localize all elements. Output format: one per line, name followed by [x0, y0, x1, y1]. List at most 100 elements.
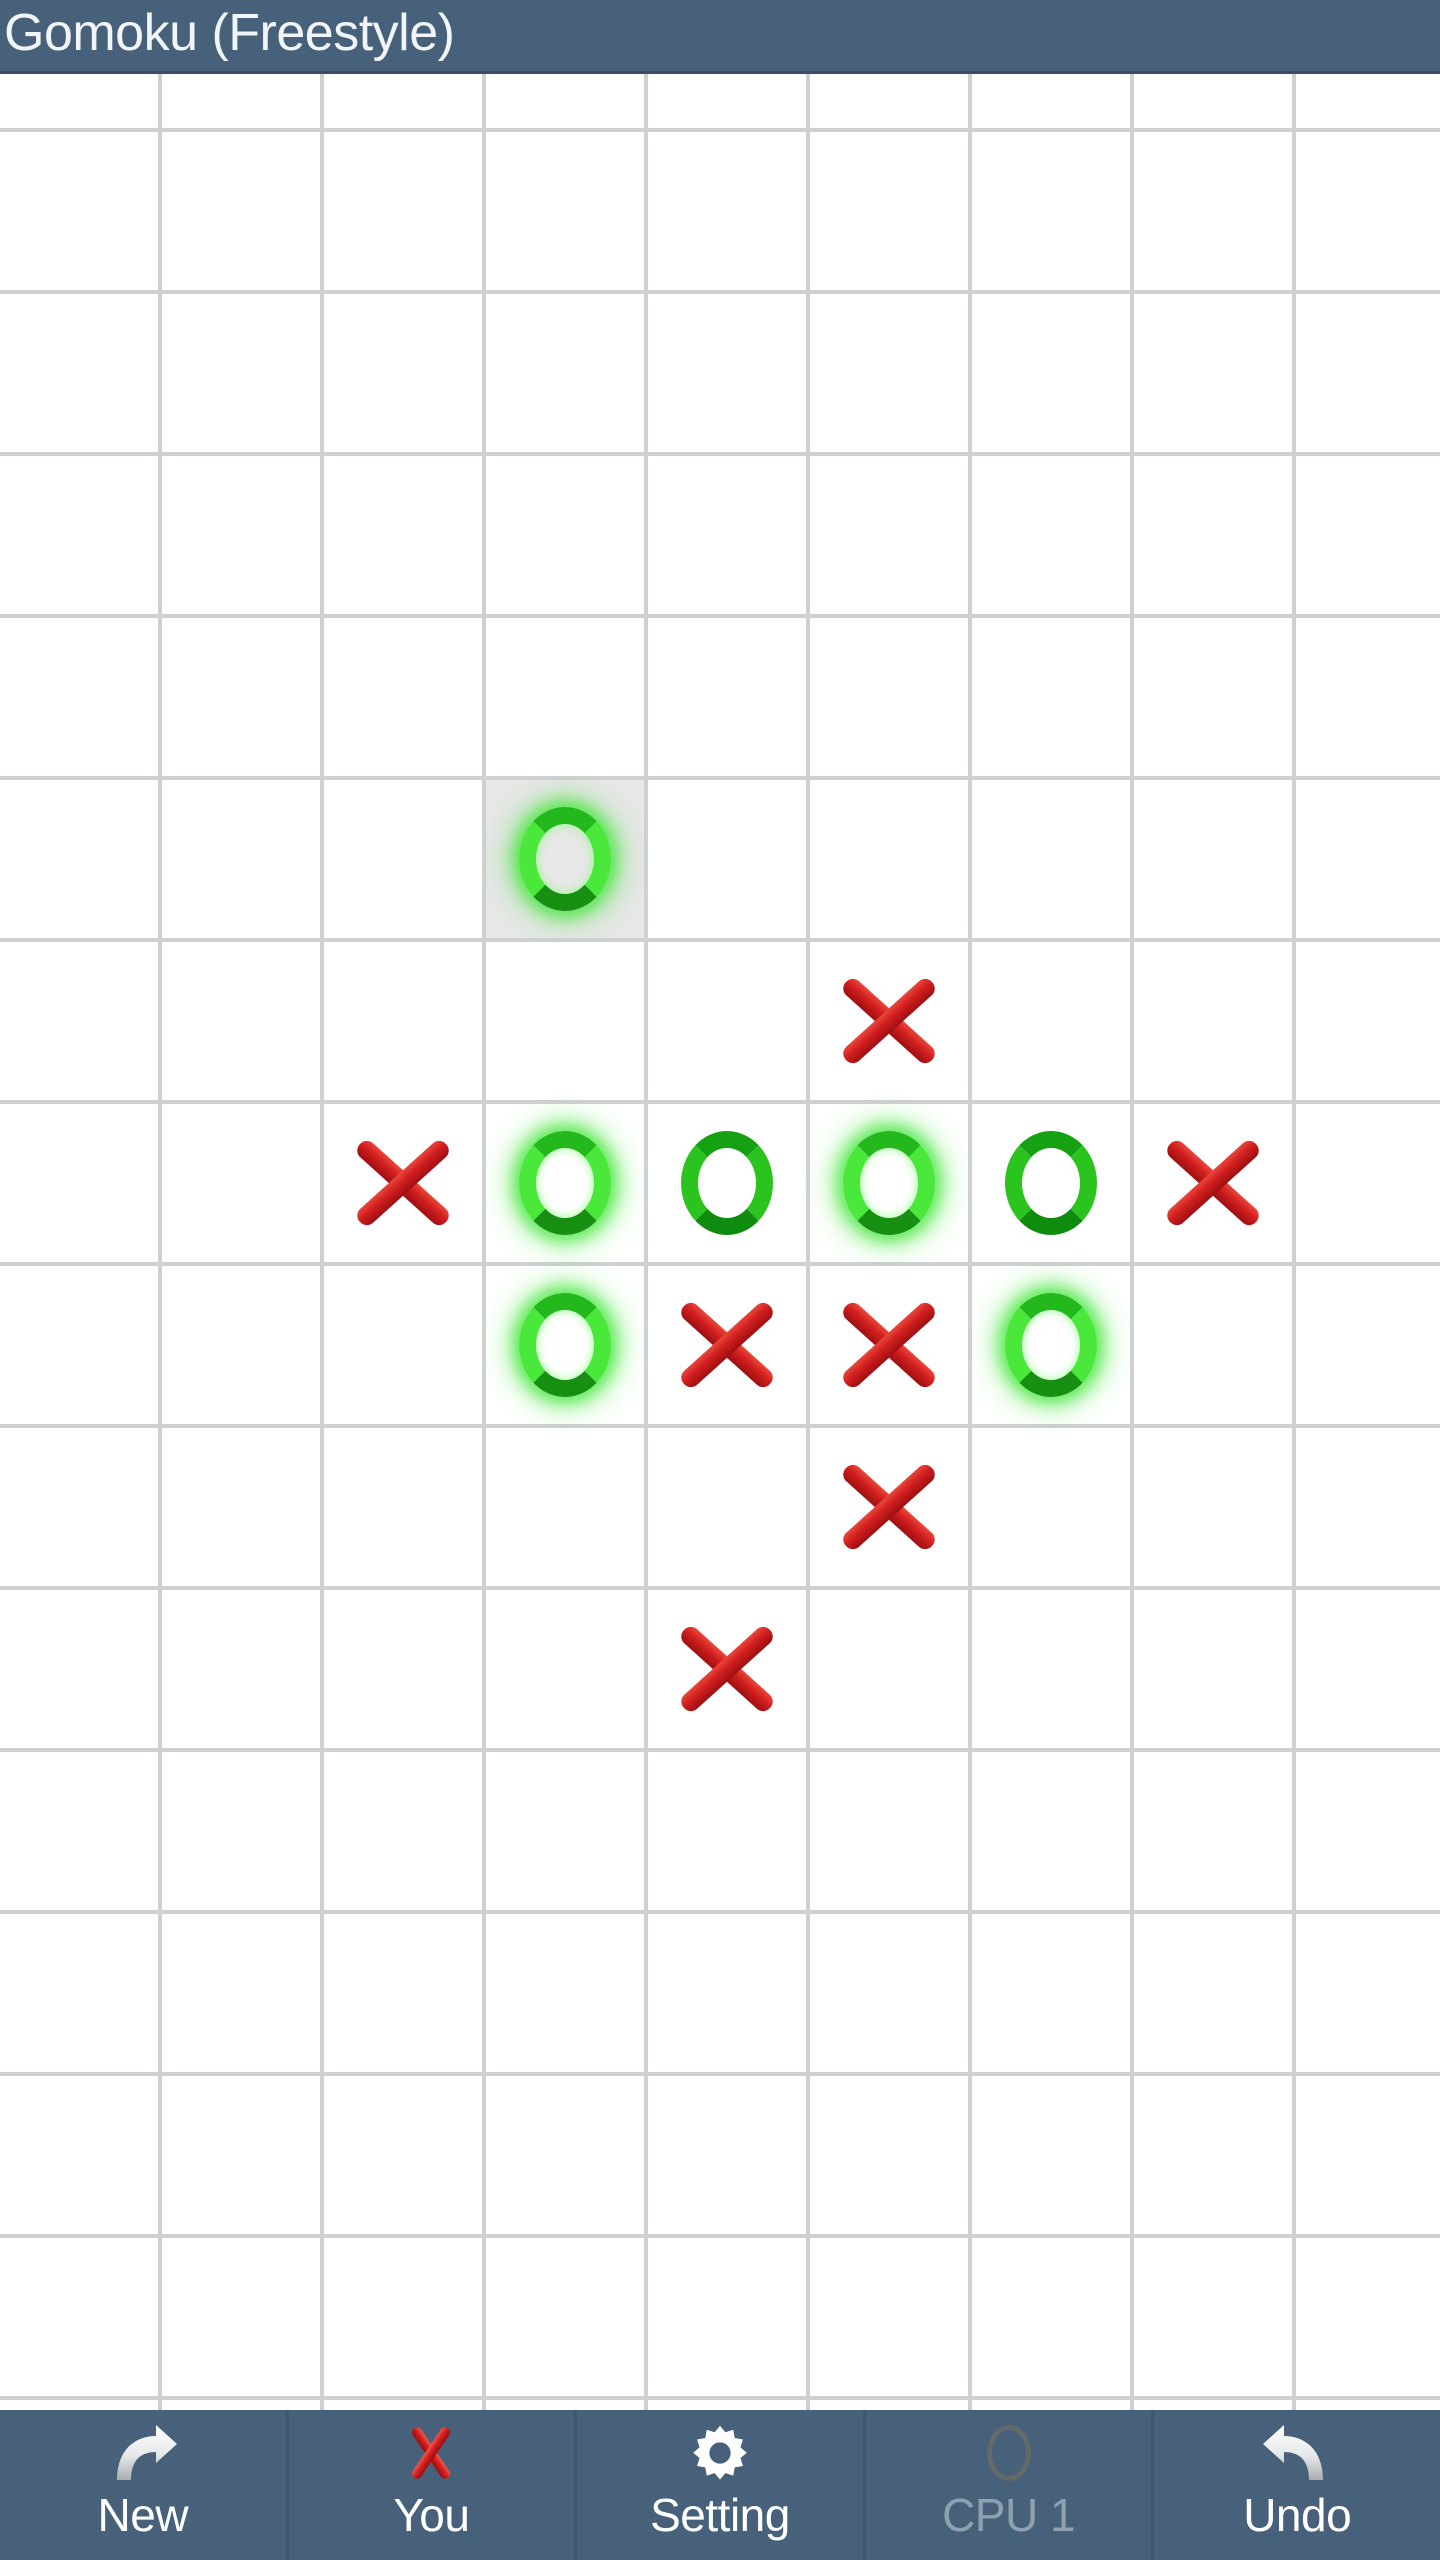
board-cell[interactable] [162, 1104, 324, 1266]
board-cell[interactable] [972, 942, 1134, 1104]
board-cell[interactable] [1296, 2400, 1440, 2410]
board-cell[interactable] [324, 618, 486, 780]
board-cell[interactable] [0, 618, 162, 780]
board-cell[interactable] [0, 1590, 162, 1752]
board-cell[interactable] [1134, 942, 1296, 1104]
board-cell[interactable] [324, 2400, 486, 2410]
board-cell[interactable] [972, 132, 1134, 294]
board-cell[interactable] [810, 294, 972, 456]
board-cell[interactable] [648, 942, 810, 1104]
board-cell[interactable] [486, 1752, 648, 1914]
board-cell[interactable] [810, 1104, 972, 1266]
board-cell[interactable] [1134, 2400, 1296, 2410]
board-cell[interactable] [1296, 1590, 1440, 1752]
board-cell[interactable] [162, 780, 324, 942]
board-cell[interactable] [972, 1266, 1134, 1428]
board-cell[interactable] [648, 780, 810, 942]
board-cell[interactable] [0, 2400, 162, 2410]
board-cell[interactable] [1134, 2238, 1296, 2400]
board-cell[interactable] [162, 618, 324, 780]
board-cell[interactable] [162, 2076, 324, 2238]
board-cell[interactable] [648, 1590, 810, 1752]
board-cell[interactable] [324, 1104, 486, 1266]
board-cell[interactable] [0, 2076, 162, 2238]
board-cell[interactable] [324, 1752, 486, 1914]
board-cell[interactable] [486, 942, 648, 1104]
toolbar-button-new[interactable]: New [0, 2410, 289, 2560]
board-cell[interactable] [0, 942, 162, 1104]
board-cell[interactable] [486, 1590, 648, 1752]
board-cell[interactable] [1296, 2076, 1440, 2238]
board-cell[interactable] [1134, 74, 1296, 132]
board-cell[interactable] [1134, 780, 1296, 942]
board-cell[interactable] [972, 1752, 1134, 1914]
board-cell[interactable] [324, 456, 486, 618]
board-cell[interactable] [972, 74, 1134, 132]
board-cell[interactable] [0, 1104, 162, 1266]
board-cell[interactable] [324, 1914, 486, 2076]
board-cell[interactable] [648, 1104, 810, 1266]
board-cell[interactable] [810, 74, 972, 132]
board-cell[interactable] [162, 2400, 324, 2410]
board-cell[interactable] [648, 132, 810, 294]
board-cell[interactable] [810, 456, 972, 618]
toolbar-button-you[interactable]: You [289, 2410, 578, 2560]
toolbar-button-setting[interactable]: Setting [577, 2410, 866, 2560]
board-cell[interactable] [0, 1428, 162, 1590]
board-cell[interactable] [1296, 294, 1440, 456]
board-cell[interactable] [0, 294, 162, 456]
board-cell[interactable] [324, 294, 486, 456]
board-cell[interactable] [0, 2238, 162, 2400]
board-cell[interactable] [324, 780, 486, 942]
board-cell[interactable] [972, 2238, 1134, 2400]
board-cell[interactable] [486, 456, 648, 618]
board-cell[interactable] [324, 1266, 486, 1428]
board-cell[interactable] [0, 74, 162, 132]
board-cell[interactable] [810, 780, 972, 942]
board-cell[interactable] [486, 1104, 648, 1266]
board-cell[interactable] [1296, 780, 1440, 942]
board-cell[interactable] [972, 294, 1134, 456]
board-cell[interactable] [810, 2076, 972, 2238]
board-cell[interactable] [1296, 132, 1440, 294]
board-cell[interactable] [648, 1428, 810, 1590]
board-cell[interactable] [810, 1428, 972, 1590]
board-cell[interactable] [972, 1104, 1134, 1266]
board-cell[interactable] [1134, 1428, 1296, 1590]
board-cell[interactable] [1134, 1914, 1296, 2076]
board-cell[interactable] [648, 1266, 810, 1428]
board-cell[interactable] [810, 2400, 972, 2410]
board-cell[interactable] [1134, 132, 1296, 294]
board-grid[interactable] [0, 74, 1440, 2410]
board-cell[interactable] [162, 74, 324, 132]
board-cell[interactable] [0, 1752, 162, 1914]
board-cell[interactable] [0, 1266, 162, 1428]
board-cell[interactable] [1296, 2238, 1440, 2400]
board-cell[interactable] [324, 942, 486, 1104]
board-cell[interactable] [1296, 1752, 1440, 1914]
board-cell[interactable] [162, 2238, 324, 2400]
board-cell[interactable] [1134, 1104, 1296, 1266]
board-cell[interactable] [162, 456, 324, 618]
board-cell[interactable] [162, 132, 324, 294]
board-cell[interactable] [1296, 1428, 1440, 1590]
board-cell[interactable] [648, 456, 810, 618]
board-cell[interactable] [0, 132, 162, 294]
board-cell[interactable] [972, 618, 1134, 780]
board-cell[interactable] [1134, 1752, 1296, 1914]
board-cell[interactable] [1296, 1266, 1440, 1428]
board-cell[interactable] [810, 618, 972, 780]
board-cell[interactable] [324, 74, 486, 132]
board-cell[interactable] [972, 1428, 1134, 1590]
board-cell[interactable] [486, 1428, 648, 1590]
board-cell[interactable] [324, 2238, 486, 2400]
board-cell[interactable] [648, 294, 810, 456]
board-cell[interactable] [1134, 294, 1296, 456]
board-cell[interactable] [1296, 942, 1440, 1104]
board-cell[interactable] [486, 2400, 648, 2410]
board-cell[interactable] [162, 1914, 324, 2076]
board-cell[interactable] [810, 132, 972, 294]
board-cell[interactable] [1134, 618, 1296, 780]
board-cell[interactable] [810, 2238, 972, 2400]
board-cell[interactable] [162, 1428, 324, 1590]
